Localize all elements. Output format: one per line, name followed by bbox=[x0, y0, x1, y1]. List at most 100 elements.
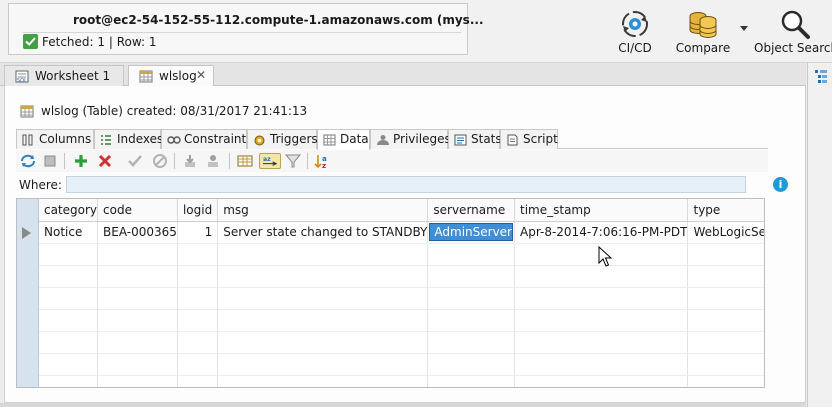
column-header-type[interactable]: type bbox=[687, 199, 764, 222]
connection-host: root@ec2-54-152-55-112.compute-1.amazona… bbox=[73, 13, 484, 27]
sort-icon[interactable]: az bbox=[259, 153, 281, 169]
object-search-button[interactable]: Object Search bbox=[754, 4, 832, 58]
empty-row bbox=[39, 309, 764, 332]
filter-icon[interactable] bbox=[284, 153, 302, 169]
svg-text:z: z bbox=[322, 162, 326, 169]
cell-time-stamp[interactable]: Apr-8-2014-7:06:16-PM-PDT bbox=[514, 221, 689, 244]
selected-cell[interactable]: AdminServer bbox=[429, 223, 513, 241]
tab-indexes[interactable]: Indexes bbox=[94, 129, 164, 149]
insert-row-icon[interactable] bbox=[72, 153, 90, 169]
cicd-button[interactable]: CI/CD bbox=[610, 4, 660, 58]
tab-label: Stats bbox=[471, 132, 502, 146]
tab-label: Data bbox=[340, 132, 369, 146]
delete-row-icon[interactable] bbox=[96, 153, 114, 169]
table-row[interactable]: Notice BEA-000365 1 Server state changed… bbox=[39, 221, 764, 244]
data-grid-icon bbox=[323, 134, 336, 146]
main-toolbar: root@ec2-54-152-55-112.compute-1.amazona… bbox=[0, 0, 832, 63]
tab-label: wlslog bbox=[159, 69, 197, 83]
tab-data[interactable]: Data bbox=[317, 129, 370, 150]
search-icon bbox=[781, 10, 810, 39]
row-header-column bbox=[17, 199, 39, 387]
cell-code[interactable]: BEA-000365 bbox=[97, 221, 178, 244]
single-record-view-icon[interactable] bbox=[236, 153, 254, 169]
constraints-icon bbox=[167, 136, 181, 144]
fetch-status: Fetched: 1 | Row: 1 bbox=[42, 35, 157, 49]
tab-label: Constraints bbox=[184, 132, 253, 146]
cell-type[interactable]: WebLogicServer bbox=[687, 221, 764, 244]
tab-constraints[interactable]: Constraints bbox=[161, 129, 252, 149]
tab-worksheet-1[interactable]: SQL Worksheet 1 bbox=[4, 65, 124, 87]
tab-triggers[interactable]: Triggers bbox=[247, 129, 318, 149]
columns-icon bbox=[22, 134, 33, 146]
indexes-icon bbox=[101, 135, 111, 145]
empty-row bbox=[39, 265, 764, 288]
tab-wlslog[interactable]: wlslog ✕ bbox=[128, 65, 214, 88]
column-header-code[interactable]: code bbox=[97, 199, 178, 222]
table-icon bbox=[20, 105, 34, 118]
divider bbox=[23, 32, 461, 33]
cell-logid[interactable]: 1 bbox=[177, 221, 219, 244]
tab-label: Privileges bbox=[393, 132, 451, 146]
compare-button[interactable]: Compare bbox=[672, 4, 734, 58]
tab-stats[interactable]: Stats bbox=[448, 129, 502, 149]
object-title: wlslog (Table) created: 08/31/2017 21:41… bbox=[41, 104, 308, 118]
column-header-servername[interactable]: servername bbox=[427, 199, 515, 222]
privileges-icon bbox=[377, 135, 389, 145]
tab-label: Triggers bbox=[270, 132, 318, 146]
refresh-icon[interactable] bbox=[19, 153, 37, 169]
empty-row bbox=[39, 353, 764, 376]
tab-label: Columns bbox=[39, 132, 92, 146]
triggers-icon bbox=[254, 135, 265, 146]
divider bbox=[307, 153, 308, 169]
rollback-icon[interactable] bbox=[151, 153, 169, 169]
column-header-msg[interactable]: msg bbox=[217, 199, 429, 222]
cell-servername[interactable]: AdminServer bbox=[427, 221, 515, 244]
divider bbox=[229, 153, 230, 169]
cicd-icon bbox=[622, 11, 648, 37]
info-icon[interactable]: i bbox=[773, 177, 788, 192]
tab-privileges[interactable]: Privileges bbox=[370, 129, 451, 149]
structure-icon[interactable] bbox=[815, 69, 827, 83]
freeze-view-icon[interactable] bbox=[41, 153, 59, 169]
side-panel bbox=[807, 63, 832, 407]
divider bbox=[64, 153, 65, 169]
empty-row bbox=[39, 375, 764, 387]
mouse-pointer-icon bbox=[598, 246, 612, 267]
where-filter-input[interactable] bbox=[66, 176, 746, 193]
close-icon[interactable]: ✕ bbox=[196, 68, 206, 82]
import-icon[interactable] bbox=[181, 153, 199, 169]
object-subtabs: Columns Indexes Constraints Triggers Dat… bbox=[16, 129, 768, 150]
empty-row bbox=[39, 287, 764, 310]
cicd-label: CI/CD bbox=[618, 41, 652, 55]
tab-label: Worksheet 1 bbox=[35, 69, 111, 83]
column-header-logid[interactable]: logid bbox=[177, 199, 219, 222]
cell-msg[interactable]: Server state changed to STANDBY bbox=[217, 221, 429, 244]
connection-info-panel: root@ec2-54-152-55-112.compute-1.amazona… bbox=[8, 3, 484, 55]
stats-icon bbox=[454, 134, 467, 146]
tab-columns[interactable]: Columns bbox=[16, 129, 94, 149]
column-header-category[interactable]: category bbox=[39, 199, 99, 222]
sql-worksheet-icon: SQL bbox=[15, 70, 29, 84]
editor-tab-bar: SQL Worksheet 1 wlslog ✕ bbox=[0, 63, 806, 141]
compare-label: Compare bbox=[675, 41, 731, 55]
sort-az-icon[interactable]: az bbox=[314, 153, 332, 169]
cell-category[interactable]: Notice bbox=[39, 221, 99, 244]
tab-script[interactable]: Script bbox=[500, 129, 558, 149]
table-icon bbox=[139, 70, 153, 83]
empty-row bbox=[39, 243, 764, 266]
horizontal-scrollbar[interactable] bbox=[0, 403, 806, 407]
where-label: Where: bbox=[19, 178, 62, 192]
tab-label: Indexes bbox=[117, 132, 164, 146]
data-grid-toolbar: az az bbox=[16, 150, 768, 172]
svg-text:az: az bbox=[263, 156, 271, 163]
column-header-time-stamp[interactable]: time_stamp bbox=[514, 199, 689, 222]
empty-row bbox=[39, 331, 764, 354]
export-icon[interactable] bbox=[204, 153, 222, 169]
chevron-down-icon[interactable] bbox=[739, 25, 749, 33]
table-editor: wlslog (Table) created: 08/31/2017 21:41… bbox=[4, 86, 806, 403]
svg-text:SQL: SQL bbox=[17, 78, 27, 84]
divider bbox=[174, 153, 175, 169]
object-search-label: Object Search bbox=[754, 41, 832, 55]
commit-icon[interactable] bbox=[126, 153, 144, 169]
data-table: category code logid msg servername time_… bbox=[39, 199, 764, 387]
